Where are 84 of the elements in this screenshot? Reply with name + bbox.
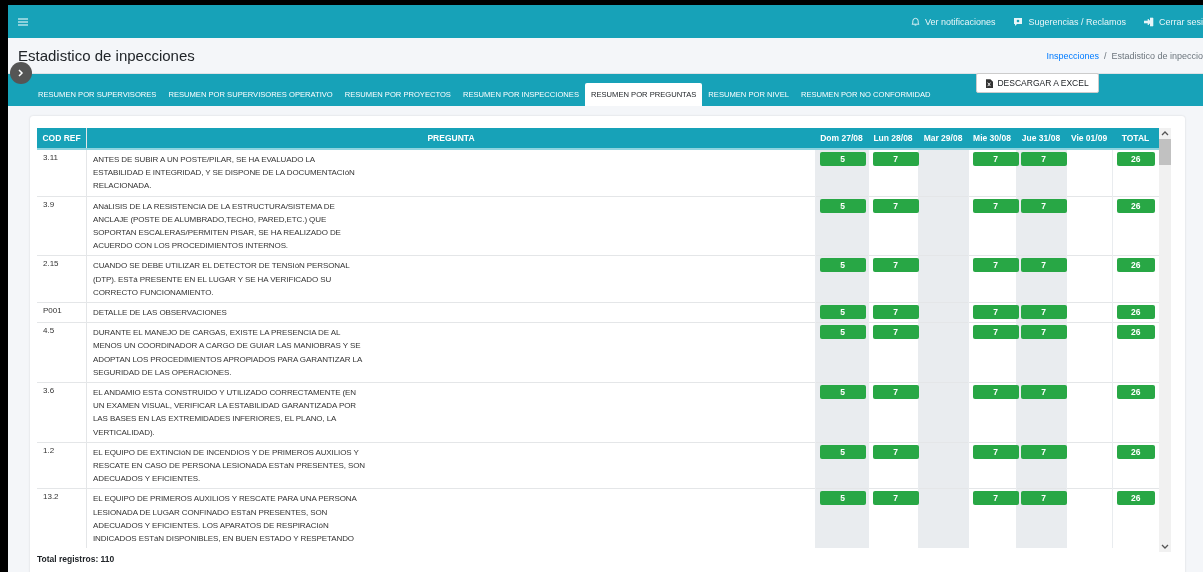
- count-badge: 7: [1020, 198, 1067, 213]
- table-cell: DURANTE EL MANEJO DE CARGAS, EXISTE LA PRESENCIA DE AL MENOS UN COORDINADOR A CARGO DE GUIAR LAS MANIOBRAS Y SE ADOPTAN LOS PROCEDIMIENTOS APROPIADOS PARA GARANTIZAR LA SEGURIDAD DE LAS OPERACIONES.: [86, 322, 815, 383]
- count-badge: 5: [819, 152, 866, 166]
- column-header: Mar 29/08: [918, 128, 968, 149]
- count-badge: 5: [819, 491, 866, 506]
- expand-button[interactable]: [10, 62, 32, 84]
- count-badge: 7: [872, 325, 919, 340]
- table-cell: 4.5: [37, 322, 87, 383]
- count-badge: 7: [1020, 444, 1067, 459]
- chevron-up-icon: [1161, 131, 1169, 136]
- table-cell: CUANDO SE DEBE UTILIZAR EL DETECTOR DE TENSIóN PERSONAL (DTP). ESTá PRESENTE EN EL LUGAR Y SE HA VERIFICADO SU CORRECTO FUNCIONAMIENTO.: [86, 255, 815, 303]
- table-cell: 13.2: [37, 488, 87, 549]
- chevron-right-icon: [18, 69, 24, 77]
- column-header: COD REF: [37, 128, 87, 149]
- count-badge: 7: [972, 152, 1019, 166]
- breadcrumb-separator: /: [1103, 50, 1107, 61]
- excel-file-icon: [986, 78, 994, 88]
- scrollbar-thumb[interactable]: [1159, 139, 1171, 165]
- count-badge: 5: [819, 325, 866, 340]
- table-cell: EL EQUIPO DE EXTINCIóN DE INCENDIOS Y DE PRIMEROS AUXILIOS Y RESCATE EN CASO DE PERSONA LESIONADA ESTáN PRESENTES, SON ADECUADOS Y EFICIENTES.: [86, 442, 815, 489]
- table-cell: EL EQUIPO DE PRIMEROS AUXILIOS Y RESCATE PARA UNA PERSONA LESIONADA DE LUGAR CONFINADO ESTáN PRESENTES, SON ADECUADOS Y EFICIENTES. LOS APARATOS DE RESPIRACIóN INDICADOS ESTáN DISPONIBLES, EN BUEN ESTADO Y RESPETANDO: [86, 488, 815, 549]
- count-badge: 7: [1020, 305, 1067, 320]
- table-cell: 3.9: [37, 196, 87, 256]
- count-badge: 7: [1020, 258, 1067, 273]
- total-badge: 26: [1116, 385, 1155, 400]
- column-header: Dom 27/08: [815, 128, 868, 149]
- count-badge: 7: [872, 152, 919, 166]
- table-cell: ANáLISIS DE LA RESISTENCIA DE LA ESTRUCTURA/SISTEMA DE ANCLAJE (POSTE DE ALUMBRADO,TECHO, PARED,ETC.) QUE SOPORTAN ESCALERAS/PERMITEN PISAR, SE HA REALIZADO DE ACUERDO CON LOS PROCEDIMIENTOS INTERNOS.: [86, 196, 815, 256]
- download-excel-button[interactable]: DESCARGAR A EXCEL: [976, 73, 1099, 93]
- count-badge: 7: [872, 305, 919, 320]
- navbar-link[interactable]: Ver notificaciones: [910, 16, 996, 27]
- count-badge: 7: [1020, 385, 1067, 400]
- table-cell: DETALLE DE LAS OBSERVACIONES: [86, 302, 815, 323]
- table-cell: P001: [37, 302, 87, 323]
- column-header: Jue 31/08: [1016, 128, 1066, 149]
- count-badge: 7: [972, 444, 1019, 459]
- chat-icon: [1013, 16, 1024, 27]
- count-badge: 5: [819, 385, 866, 400]
- total-badge: 26: [1116, 444, 1155, 459]
- count-badge: 7: [972, 258, 1019, 273]
- count-badge: 7: [972, 325, 1019, 340]
- count-badge: 7: [972, 305, 1019, 320]
- breadcrumb-current: Estadistico de inpeccio: [1111, 50, 1203, 61]
- count-badge: 5: [819, 258, 866, 273]
- count-badge: 5: [819, 444, 866, 459]
- column-header: Lun 28/08: [868, 128, 918, 149]
- count-badge: 7: [972, 198, 1019, 213]
- chevron-down-icon: [1161, 544, 1169, 549]
- table-cell: 2.15: [37, 255, 87, 303]
- count-badge: 7: [872, 258, 919, 273]
- total-badge: 26: [1116, 258, 1155, 273]
- table-cell: 3.6: [37, 382, 87, 443]
- column-header: Mie 30/08: [968, 128, 1016, 149]
- breadcrumb-link[interactable]: Inspecciones: [1046, 50, 1099, 61]
- total-badge: 26: [1116, 152, 1155, 166]
- count-badge: 5: [819, 305, 866, 320]
- navbar-link[interactable]: Cerrar sesi: [1144, 16, 1203, 27]
- column-header: PREGUNTA: [86, 128, 815, 149]
- navbar-link[interactable]: Sugerencias / Reclamos: [1013, 16, 1126, 27]
- page-title: Estadistico de inpecciones: [18, 47, 195, 64]
- count-badge: 7: [1020, 152, 1067, 166]
- count-badge: 7: [872, 444, 919, 459]
- table-cell: EL ANDAMIO ESTá CONSTRUIDO Y UTILIZADO CORRECTAMENTE (EN UN EXAMEN VISUAL, VERIFICAR LA ESTABILIDAD GARANTIZADA POR LAS BASES EN LAS EXTREMIDADES INFERIORES, EL PLANO, LA VERTICALIDAD).: [86, 382, 815, 443]
- total-badge: 26: [1116, 198, 1155, 213]
- table-cell: 3.11: [37, 149, 87, 197]
- total-badge: 26: [1116, 325, 1155, 340]
- count-badge: 7: [1020, 325, 1067, 340]
- count-badge: 7: [972, 491, 1019, 506]
- count-badge: 7: [872, 385, 919, 400]
- table-cell: 1.2: [37, 442, 87, 489]
- count-badge: 5: [819, 198, 866, 213]
- column-header: TOTAL: [1112, 128, 1159, 149]
- total-badge: 26: [1116, 491, 1155, 506]
- column-header: Vie 01/09: [1066, 128, 1112, 149]
- count-badge: 7: [872, 198, 919, 213]
- scrollbar[interactable]: [1159, 128, 1171, 552]
- bell-icon: [910, 17, 920, 26]
- count-badge: 7: [1020, 491, 1067, 506]
- menu-icon[interactable]: [18, 17, 28, 26]
- sign-in-icon: [1144, 16, 1154, 27]
- count-badge: 7: [872, 491, 919, 506]
- total-badge: 26: [1116, 305, 1155, 320]
- count-badge: 7: [972, 385, 1019, 400]
- total-records-text: Total registros: 110: [37, 553, 116, 565]
